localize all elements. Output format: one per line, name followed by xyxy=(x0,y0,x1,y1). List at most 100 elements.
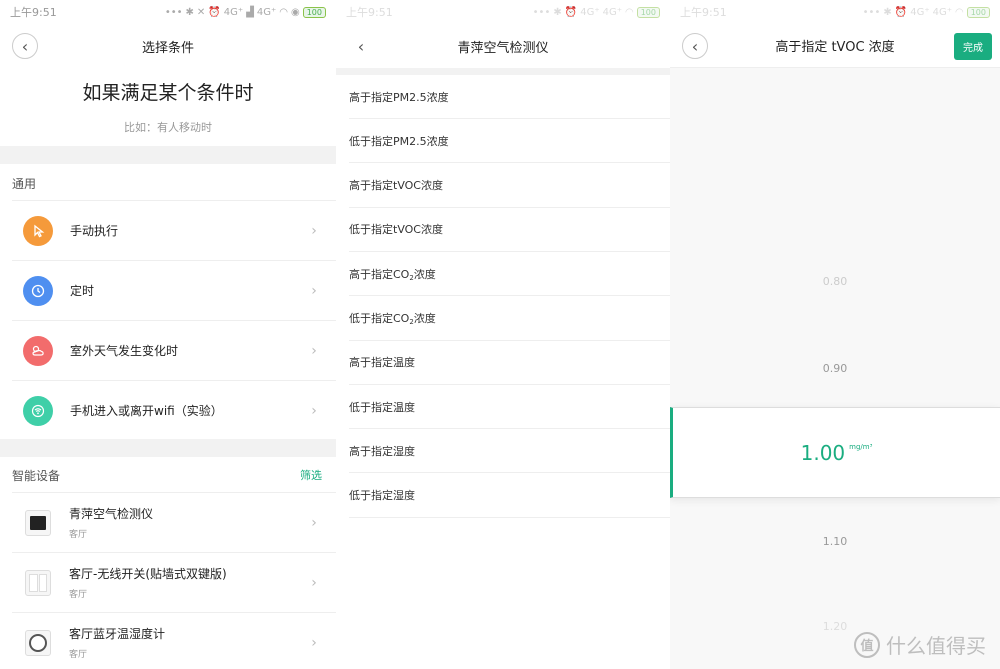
picker-option[interactable]: 0.80 xyxy=(670,275,1000,288)
network-type-2: 4G⁺ xyxy=(602,6,622,18)
picker-option[interactable]: 0.90 xyxy=(670,362,1000,375)
bluetooth-icon: ✱ xyxy=(185,6,194,18)
general-condition-item[interactable]: 定时 › xyxy=(12,260,336,320)
device-name: 青萍空气检测仪 xyxy=(69,507,154,521)
battery-indicator: 100 xyxy=(966,6,990,18)
back-button[interactable]: ‹ xyxy=(12,33,38,59)
condition-option[interactable]: 低于指定湿度 xyxy=(349,474,670,518)
air-monitor-icon xyxy=(25,509,51,536)
condition-option[interactable]: 低于指定PM2.5浓度 xyxy=(349,119,670,164)
device-item[interactable]: 青萍空气检测仪客厅 › xyxy=(12,492,336,552)
status-time: 上午9:51 xyxy=(680,6,727,19)
wifi-status-icon: ◠ xyxy=(954,6,964,18)
page-title: 选择条件 xyxy=(141,40,194,56)
condition-option[interactable]: 高于指定CO2浓度 xyxy=(349,252,670,297)
done-button[interactable]: 完成 xyxy=(954,33,992,60)
option-label: 高于指定温度 xyxy=(349,356,415,370)
device-room: 客厅 xyxy=(69,530,88,540)
hero-title: 如果满足某个条件时 xyxy=(82,82,254,104)
wifi-status-icon: ◠ xyxy=(624,6,634,18)
wifi-icon xyxy=(23,395,53,426)
condition-option[interactable]: 高于指定PM2.5浓度 xyxy=(349,75,670,119)
network-type-1: 4G⁺ xyxy=(580,6,600,18)
status-bar: 上午9:51 ••• ✱ ✕ ⏰ 4G⁺ ▟ 4G⁺ ◠ ◉ 100 xyxy=(0,0,336,24)
signal-dots-icon: ••• xyxy=(532,6,551,18)
status-time: 上午9:51 xyxy=(346,6,393,19)
signal-icon: ▟ xyxy=(246,6,254,18)
network-type-1: 4G⁺ xyxy=(910,6,930,18)
network-type-2: 4G⁺ xyxy=(932,6,952,18)
chevron-right-icon: › xyxy=(311,634,317,651)
hand-pointer-icon xyxy=(23,215,53,246)
general-condition-item[interactable]: 室外天气发生变化时 › xyxy=(12,320,336,380)
option-label: 高于指定CO2浓度 xyxy=(349,267,436,282)
device-room: 客厅 xyxy=(69,650,88,660)
condition-label: 定时 xyxy=(70,284,95,298)
device-name: 客厅-无线开关(贴墙式双键版) xyxy=(69,567,227,581)
section-divider xyxy=(0,146,336,164)
option-label: 高于指定湿度 xyxy=(349,444,415,458)
chevron-right-icon: › xyxy=(311,282,317,299)
chevron-right-icon: › xyxy=(311,574,317,591)
watermark: 值 什么值得买 xyxy=(854,630,986,659)
condition-option[interactable]: 高于指定tVOC浓度 xyxy=(349,164,670,208)
picker-selected[interactable]: 1.00 mg/m³ xyxy=(670,407,1000,498)
watermark-badge: 值 xyxy=(854,631,880,658)
devices-section-header: 智能设备 筛选 xyxy=(12,465,322,485)
weather-icon xyxy=(23,335,53,366)
selected-value: 1.00 xyxy=(800,440,846,465)
watermark-text: 什么值得买 xyxy=(886,634,986,658)
page-title: 高于指定 tVOC 浓度 xyxy=(775,40,895,55)
chevron-left-icon: ‹ xyxy=(691,36,699,56)
condition-option[interactable]: 低于指定CO2浓度 xyxy=(349,297,670,341)
device-item[interactable]: 客厅蓝牙温湿度计客厅 › xyxy=(12,612,336,669)
condition-label: 室外天气发生变化时 xyxy=(70,344,179,358)
device-name: 客厅蓝牙温湿度计 xyxy=(69,627,166,641)
wall-switch-icon xyxy=(25,569,51,596)
bluetooth-icon: ✱ xyxy=(883,6,892,18)
thermometer-icon xyxy=(25,629,51,656)
back-button[interactable]: ‹ xyxy=(682,33,708,59)
network-type-1: 4G⁺ xyxy=(223,6,244,18)
option-label: 低于指定tVOC浓度 xyxy=(349,223,443,237)
sync-icon: ◉ xyxy=(290,6,300,18)
device-item[interactable]: 客厅-无线开关(贴墙式双键版) 客厅 › xyxy=(12,552,336,612)
select-condition-panel: 上午9:51 ••• ✱ ✕ ⏰ 4G⁺ ▟ 4G⁺ ◠ ◉ 100 ‹ 选择条… xyxy=(0,0,336,669)
condition-option[interactable]: 高于指定湿度 xyxy=(349,429,670,474)
nav-bar: ‹ 高于指定 tVOC 浓度 完成 xyxy=(670,24,1000,68)
alarm-icon: ⏰ xyxy=(894,6,908,18)
condition-option[interactable]: 低于指定tVOC浓度 xyxy=(349,208,670,252)
condition-option[interactable]: 低于指定温度 xyxy=(349,385,670,430)
condition-hero: 如果满足某个条件时 比如：有人移动时 xyxy=(0,68,336,146)
condition-option[interactable]: 高于指定温度 xyxy=(349,341,670,385)
general-condition-item[interactable]: 手动执行 › xyxy=(12,200,336,260)
chevron-left-icon: ‹ xyxy=(21,36,29,56)
section-divider xyxy=(0,439,336,457)
general-header-label: 通用 xyxy=(12,176,37,191)
option-label: 低于指定湿度 xyxy=(349,489,415,503)
section-divider xyxy=(336,68,670,75)
devices-header-label: 智能设备 xyxy=(12,468,61,483)
picker-option[interactable]: 1.10 xyxy=(670,535,1000,548)
battery-indicator: 100 xyxy=(636,6,660,18)
nav-bar: ‹ 选择条件 xyxy=(0,24,336,68)
option-label: 高于指定tVOC浓度 xyxy=(349,179,443,193)
device-conditions-panel: 上午9:51 ••• ✱ ⏰ 4G⁺ 4G⁺ ◠ 100 ‹ 青萍空气检测仪 高… xyxy=(336,0,670,669)
status-bar: 上午9:51 ••• ✱ ⏰ 4G⁺ 4G⁺ ◠ 100 xyxy=(336,0,670,24)
chevron-right-icon: › xyxy=(311,402,317,419)
option-label: 低于指定温度 xyxy=(349,400,415,414)
general-condition-item[interactable]: 手机进入或离开wifi（实验） › xyxy=(12,380,336,440)
option-label: 低于指定CO2浓度 xyxy=(349,312,436,326)
mute-icon: ✕ xyxy=(196,6,206,18)
alarm-icon: ⏰ xyxy=(564,6,578,18)
condition-label: 手机进入或离开wifi（实验） xyxy=(70,404,223,418)
clock-icon xyxy=(23,275,53,306)
signal-dots-icon: ••• xyxy=(164,6,183,18)
option-label: 高于指定PM2.5浓度 xyxy=(349,90,449,104)
back-button[interactable]: ‹ xyxy=(348,33,374,59)
chevron-right-icon: › xyxy=(311,514,317,531)
battery-indicator: 100 xyxy=(302,6,326,18)
filter-button[interactable]: 筛选 xyxy=(300,467,322,483)
wifi-status-icon: ◠ xyxy=(279,6,288,18)
threshold-picker-panel: 上午9:51 ••• ✱ ⏰ 4G⁺ 4G⁺ ◠ 100 ‹ 高于指定 tVOC… xyxy=(670,0,1000,669)
